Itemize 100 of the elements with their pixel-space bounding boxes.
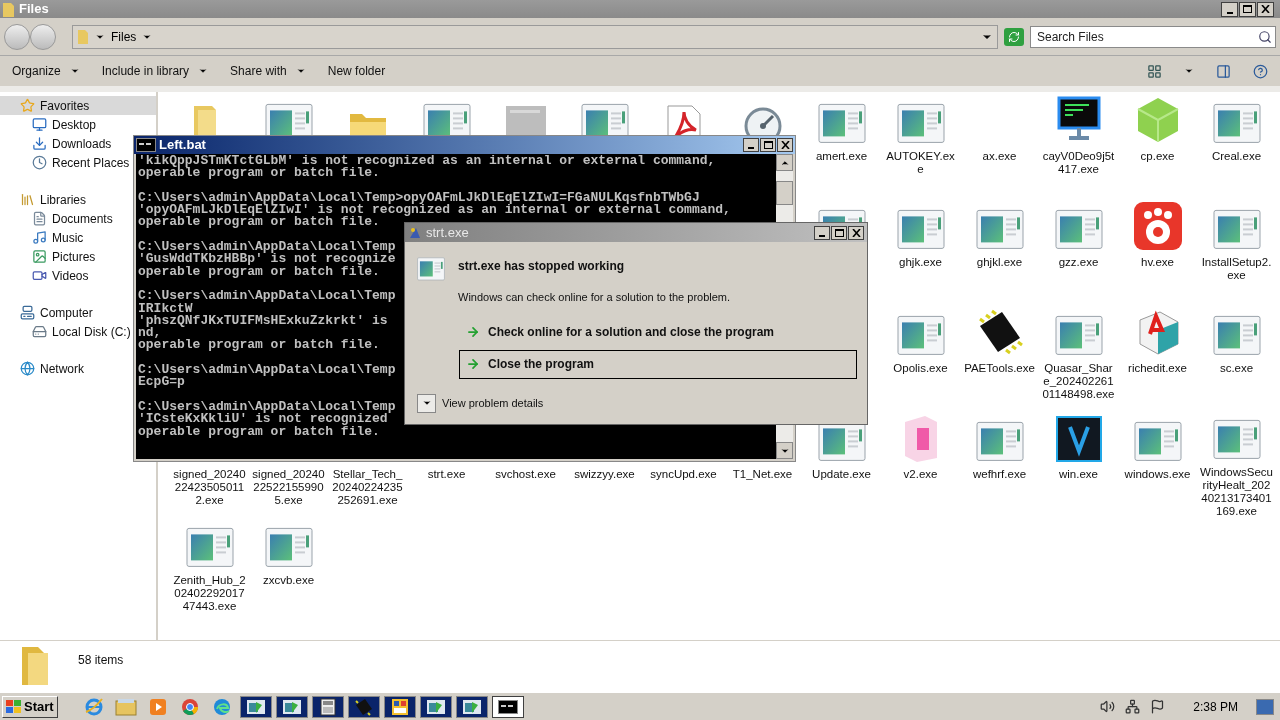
start-button[interactable]: Start [2,695,58,718]
file-name[interactable]: zxcvb.exe [251,574,326,587]
caret-icon[interactable] [1184,66,1194,76]
show-desktop-button[interactable] [1256,698,1274,715]
file-name[interactable]: gzz.exe [1041,256,1116,269]
minimize-button[interactable] [814,225,830,240]
file-name[interactable]: windows.exe [1120,468,1195,481]
details-link[interactable]: View problem details [442,394,544,412]
sidebar-item[interactable]: Pictures [0,247,98,266]
refresh-button[interactable] [1004,27,1024,46]
file-name[interactable]: svchost.exe [488,468,563,481]
maximize-button[interactable] [831,225,847,240]
taskbar-button[interactable] [311,695,344,718]
sidebar-item[interactable]: Documents [0,209,115,228]
dialog-option[interactable]: Check online for a solution and close the program [459,317,857,347]
file-name[interactable]: InstallSetup2.exe [1199,256,1274,282]
toolbar-button[interactable]: Share with [230,62,306,80]
sidebar-item[interactable]: Favorites [0,96,156,115]
file-name[interactable]: WindowsSecurityHealt_20240213173401169.exe [1199,466,1274,518]
console-line: 'phszQNfJKxTUIFMsHExkuZzkrkt' is [138,314,388,328]
setup-icon [461,697,482,716]
search-input[interactable]: Search Files [1037,27,1237,46]
dialog-option[interactable]: Close the program [459,349,857,379]
file-name[interactable]: Quasar_Share_20240226101148498.exe [1041,362,1116,401]
sidebar-item[interactable]: Local Disk (C:) [0,322,133,341]
file-name[interactable]: Stellar_Tech_20240224235252691.exe [330,468,405,507]
scroll-thumb[interactable] [776,181,793,205]
file-name[interactable]: signed_20240225221559905.exe [251,468,326,507]
console-line: operable program or batch file. [138,339,380,352]
toolbar-button[interactable]: Organize [12,62,80,80]
maximize-button[interactable] [760,138,776,152]
file-name[interactable]: hv.exe [1120,256,1195,269]
program-icon [1133,421,1182,462]
documents-icon [32,211,47,226]
minimize-button[interactable] [743,138,759,152]
address-bar[interactable]: Files [72,24,998,49]
sidebar-item[interactable]: Downloads [0,134,114,153]
file-name[interactable]: strt.exe [409,468,484,481]
file-name[interactable]: syncUpd.exe [646,468,721,481]
sidebar-item[interactable]: Desktop [0,115,99,134]
file-name[interactable]: ghjkl.exe [962,256,1037,269]
desktop-icon [32,117,47,132]
help-icon[interactable] [1253,63,1268,79]
file-name[interactable]: cp.exe [1120,150,1195,163]
sidebar-item[interactable]: Libraries [0,190,89,209]
sidebar-item[interactable]: Videos [0,266,91,285]
taskbar-button[interactable] [419,695,452,718]
sidebar-item[interactable]: Computer [0,303,95,322]
close-button[interactable] [848,225,864,240]
taskbar-button[interactable] [239,695,272,718]
computer-icon [20,305,35,320]
taskbar-button[interactable] [383,695,416,718]
program-icon [896,315,945,356]
taskbar-button[interactable] [455,695,488,718]
file-name[interactable]: AUTOKEY.exe [883,150,958,176]
taskbar-button[interactable] [347,695,380,718]
file-name[interactable]: sc.exe [1199,362,1274,375]
file-name[interactable]: PAETools.exe [962,362,1037,375]
network-icon [20,361,35,376]
flag-icon[interactable] [1150,699,1166,714]
toolbar-button[interactable]: New folder [327,62,386,80]
file-name[interactable]: win.exe [1041,468,1116,481]
preview-pane-icon[interactable] [1216,63,1231,79]
console-line: nd, [138,327,162,340]
sidebar-item[interactable]: Music [0,228,86,247]
file-name[interactable]: Creal.exe [1199,150,1274,163]
file-name[interactable]: amert.exe [804,150,879,163]
maximize-button[interactable] [1239,1,1256,17]
arrow-icon [466,325,480,339]
minimize-button[interactable] [1221,1,1238,17]
console-line: C:\Users\admin\AppData\Local\Temp>opyOAFmLJkDlEqElZIwI=FGaNULKqsfnbTWbGJ [138,191,700,205]
expand-button[interactable] [417,393,436,413]
sidebar-item[interactable]: Recent Places [0,153,132,172]
file-name[interactable]: Update.exe [804,468,879,481]
view-icon[interactable] [1147,63,1162,79]
program-icon [185,527,234,568]
file-name[interactable]: Opolis.exe [883,362,958,375]
file-name[interactable]: ghjk.exe [883,256,958,269]
speaker-icon[interactable] [1100,699,1116,714]
taskbar-button[interactable] [275,695,308,718]
search-field[interactable]: Search Files [1030,25,1276,48]
console-line: 'opyOAFmLJkDlEqElZIwI' is not recognized as an internal or external command, [138,204,731,217]
file-name[interactable]: swizzyy.exe [567,468,642,481]
close-button[interactable] [777,138,793,152]
file-name[interactable]: v2.exe [883,468,958,481]
close-button[interactable] [1257,1,1274,17]
taskbar-button[interactable] [491,695,524,718]
network-icon[interactable] [1125,699,1141,714]
toolbar-button[interactable]: Include in library [101,62,209,80]
program-icon [1212,315,1261,356]
file-name[interactable]: cayV0Deo9j5t417.exe [1041,150,1116,176]
sidebar-item[interactable]: Network [0,359,86,378]
chrome-icon [180,697,199,716]
file-name[interactable]: wefhrf.exe [962,468,1037,481]
file-name[interactable]: signed_20240224235050112.exe [172,468,247,507]
file-name[interactable]: richedit.exe [1120,362,1195,375]
file-name[interactable]: ax.exe [962,150,1037,163]
path-segment[interactable]: Files [111,27,137,46]
file-name[interactable]: T1_Net.exe [725,468,800,481]
file-name[interactable]: Zenith_Hub_20240229201747443.exe [172,574,247,613]
